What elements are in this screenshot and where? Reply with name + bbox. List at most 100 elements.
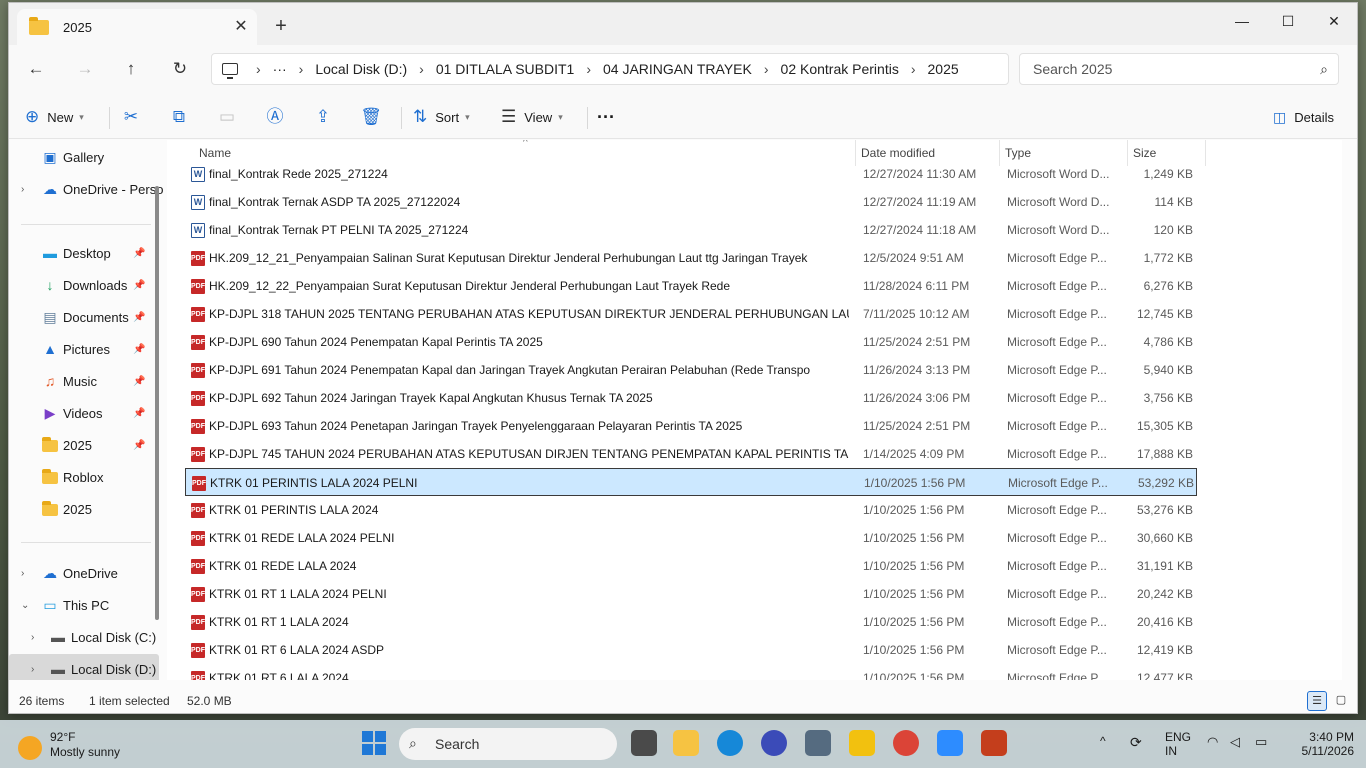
up-button[interactable]: ↑ xyxy=(118,57,144,81)
new-button[interactable]: ⊕ New ▾ xyxy=(25,105,84,129)
column-header-size[interactable]: Size xyxy=(1133,146,1156,160)
file-row[interactable]: PDF KP-DJPL 318 TAHUN 2025 TENTANG PERUBA… xyxy=(185,300,1197,328)
copy-icon[interactable]: ⧉ xyxy=(167,105,191,129)
battery-icon[interactable]: ▭ xyxy=(1255,734,1267,768)
clock[interactable]: 3:40 PM 5/11/2026 xyxy=(1292,730,1355,768)
forward-button[interactable]: → xyxy=(72,57,98,81)
selection-count: 1 item selected xyxy=(89,694,170,708)
file-row[interactable]: PDF HK.209_12_21_Penyampaian Salinan Sura… xyxy=(185,244,1197,272)
sidebar-item-this-pc[interactable]: ⌄ ▭ This PC xyxy=(9,590,159,620)
copilot-icon[interactable] xyxy=(761,730,787,756)
file-row[interactable]: PDF KTRK 01 REDE LALA 2024 1/10/2025 1:56 … xyxy=(185,552,1197,580)
breadcrumb-more[interactable]: ··· xyxy=(273,61,287,77)
file-row[interactable]: PDF KTRK.01 RT 6 LALA 2024 1/10/2025 1:56 … xyxy=(185,664,1197,680)
file-row[interactable]: PDF KTRK 01 RT 1 LALA 2024 1/10/2025 1:56 … xyxy=(185,608,1197,636)
file-row[interactable]: Wfinal_Kontrak Ternak PT PELNI TA 2025_2… xyxy=(185,216,1197,244)
sort-button[interactable]: ⇅ Sort ▾ xyxy=(413,105,470,129)
sidebar-item-label: This PC xyxy=(63,597,110,613)
more-options-button[interactable]: ··· xyxy=(597,105,615,129)
sidebar-scrollbar[interactable] xyxy=(155,186,159,620)
sidebar-item-local-disk-c[interactable]: › ▬ Local Disk (C:) xyxy=(9,622,159,652)
search-input[interactable]: Search 2025 ⌕ xyxy=(1019,53,1339,85)
zoom-icon[interactable] xyxy=(937,730,963,756)
file-row[interactable]: Wfinal_Kontrak Ternak ASDP TA 2025_27122… xyxy=(185,188,1197,216)
task-view-icon[interactable] xyxy=(631,730,657,756)
wifi-icon[interactable]: ◠ xyxy=(1207,734,1218,768)
share-icon[interactable]: ⇪ xyxy=(311,105,335,129)
breadcrumb-2025[interactable]: 2025 xyxy=(928,61,959,77)
show-hidden-icons-icon[interactable]: ^ xyxy=(1100,734,1106,768)
file-row[interactable]: Wfinal_Kontrak Rede 2025_271224 12/27/202… xyxy=(185,160,1197,188)
refresh-button[interactable]: ↻ xyxy=(167,57,193,81)
paste-icon[interactable]: ▭ xyxy=(215,105,239,129)
pin-icon: 📌 xyxy=(133,279,146,291)
sidebar-item-music[interactable]: ♫ Music 📌 xyxy=(9,366,159,396)
file-row[interactable]: PDF KTRK 01 RT 1 LALA 2024 PELNI 1/10/2025… xyxy=(185,580,1197,608)
delete-icon[interactable]: 🗑 xyxy=(359,105,383,129)
maximize-button[interactable]: ☐ xyxy=(1265,7,1311,35)
sidebar-item-gallery[interactable]: ▣ Gallery xyxy=(9,142,159,172)
file-row[interactable]: PDF KTRK 01 PERINTIS LALA 2024 PELNI 1/10/… xyxy=(185,468,1197,496)
language-indicator[interactable]: ENG IN xyxy=(1165,730,1191,768)
view-button[interactable]: ☰ View ▾ xyxy=(501,105,563,129)
sort-icon: ⇅ xyxy=(413,107,428,126)
sidebar-item-roblox[interactable]: Roblox xyxy=(9,462,159,492)
file-row[interactable]: PDF KTRK 01 RT 6 LALA 2024 ASDP 1/10/2025 … xyxy=(185,636,1197,664)
breadcrumb-jaringan-trayek[interactable]: 04 JARINGAN TRAYEK xyxy=(603,61,752,77)
file-size: 1,249 KB xyxy=(1143,167,1193,181)
pin-icon: 📌 xyxy=(133,375,146,387)
details-view-icon[interactable]: ☰ xyxy=(1307,691,1327,711)
cut-icon[interactable]: ✂ xyxy=(119,105,143,129)
column-header-name[interactable]: Name xyxy=(199,146,231,160)
breadcrumb-ditlala[interactable]: 01 DITLALA SUBDIT1 xyxy=(436,61,575,77)
camera-icon[interactable] xyxy=(805,730,831,756)
file-row[interactable]: PDF KP-DJPL 691 Tahun 2024 Penempatan Kap… xyxy=(185,356,1197,384)
file-row[interactable]: PDF KP-DJPL 745 TAHUN 2024 PERUBAHAN ATAS… xyxy=(185,440,1197,468)
column-header-date[interactable]: Date modified xyxy=(861,146,935,160)
column-divider[interactable] xyxy=(1205,140,1206,166)
sidebar-item-documents[interactable]: ▤ Documents 📌 xyxy=(9,302,159,332)
close-tab-icon[interactable]: ✕ xyxy=(231,17,251,37)
sidebar-item-2025[interactable]: 2025 xyxy=(9,494,159,524)
sidebar-item-onedrive-personal[interactable]: › ☁ OneDrive - Perso xyxy=(9,174,163,204)
tab-2025[interactable]: 2025 ✕ xyxy=(17,9,257,45)
taskbar-search[interactable]: ⌕ Search xyxy=(399,728,617,760)
file-explorer-icon[interactable] xyxy=(673,730,699,756)
rename-icon[interactable]: Ⓐ xyxy=(263,105,287,129)
sidebar-item-pictures[interactable]: ▲ Pictures 📌 xyxy=(9,334,159,364)
file-row[interactable]: PDF HK.209_12_22_Penyampaian Surat Keputu… xyxy=(185,272,1197,300)
breadcrumb-local-disk-d[interactable]: Local Disk (D:) xyxy=(315,61,407,77)
sidebar-item-desktop[interactable]: ▬ Desktop 📌 xyxy=(9,238,159,268)
minimize-button[interactable]: — xyxy=(1219,7,1265,35)
chrome-icon[interactable] xyxy=(893,730,919,756)
breadcrumb-kontrak-perintis[interactable]: 02 Kontrak Perintis xyxy=(781,61,899,77)
edge-icon[interactable] xyxy=(717,730,743,756)
sidebar-item-2025-pinned[interactable]: 2025 📌 xyxy=(9,430,159,460)
sidebar-item-onedrive[interactable]: › ☁ OneDrive xyxy=(9,558,159,588)
sidebar-item-videos[interactable]: ▶ Videos 📌 xyxy=(9,398,159,428)
details-button[interactable]: ◫ Details xyxy=(1273,105,1334,129)
file-row[interactable]: PDF KTRK 01 PERINTIS LALA 2024 1/10/2025 1… xyxy=(185,496,1197,524)
chevron-right-icon: › xyxy=(21,183,25,195)
tiles-view-icon[interactable]: ▢ xyxy=(1331,691,1351,711)
column-header-type[interactable]: Type xyxy=(1005,146,1031,160)
file-row[interactable]: PDF KP-DJPL 690 Tahun 2024 Penempatan Kap… xyxy=(185,328,1197,356)
new-tab-button[interactable]: + xyxy=(271,16,291,36)
sticky-notes-icon[interactable] xyxy=(849,730,875,756)
sync-icon[interactable]: ⟳ xyxy=(1130,734,1142,768)
volume-icon[interactable]: ◁ xyxy=(1230,734,1240,768)
file-row[interactable]: PDF KTRK 01 REDE LALA 2024 PELNI 1/10/2025… xyxy=(185,524,1197,552)
address-bar[interactable]: › ··· › Local Disk (D:) › 01 DITLALA SUB… xyxy=(211,53,1009,85)
word-file-icon: W xyxy=(191,195,205,210)
file-row[interactable]: PDF KP-DJPL 693 Tahun 2024 Penetapan Jari… xyxy=(185,412,1197,440)
sidebar-item-label: OneDrive xyxy=(63,565,118,581)
sidebar-item-local-disk-d[interactable]: › ▬ Local Disk (D:) xyxy=(9,654,159,680)
start-button[interactable] xyxy=(361,730,387,756)
file-row[interactable]: PDF KP-DJPL 692 Tahun 2024 Jaringan Traye… xyxy=(185,384,1197,412)
back-button[interactable]: ← xyxy=(23,57,49,81)
close-window-button[interactable]: ✕ xyxy=(1311,7,1357,35)
pc-icon: ▭ xyxy=(43,596,57,613)
file-name: HK.209_12_22_Penyampaian Surat Keputusan… xyxy=(209,279,731,293)
powerpoint-icon[interactable] xyxy=(981,730,1007,756)
sidebar-item-downloads[interactable]: ↓ Downloads 📌 xyxy=(9,270,159,300)
